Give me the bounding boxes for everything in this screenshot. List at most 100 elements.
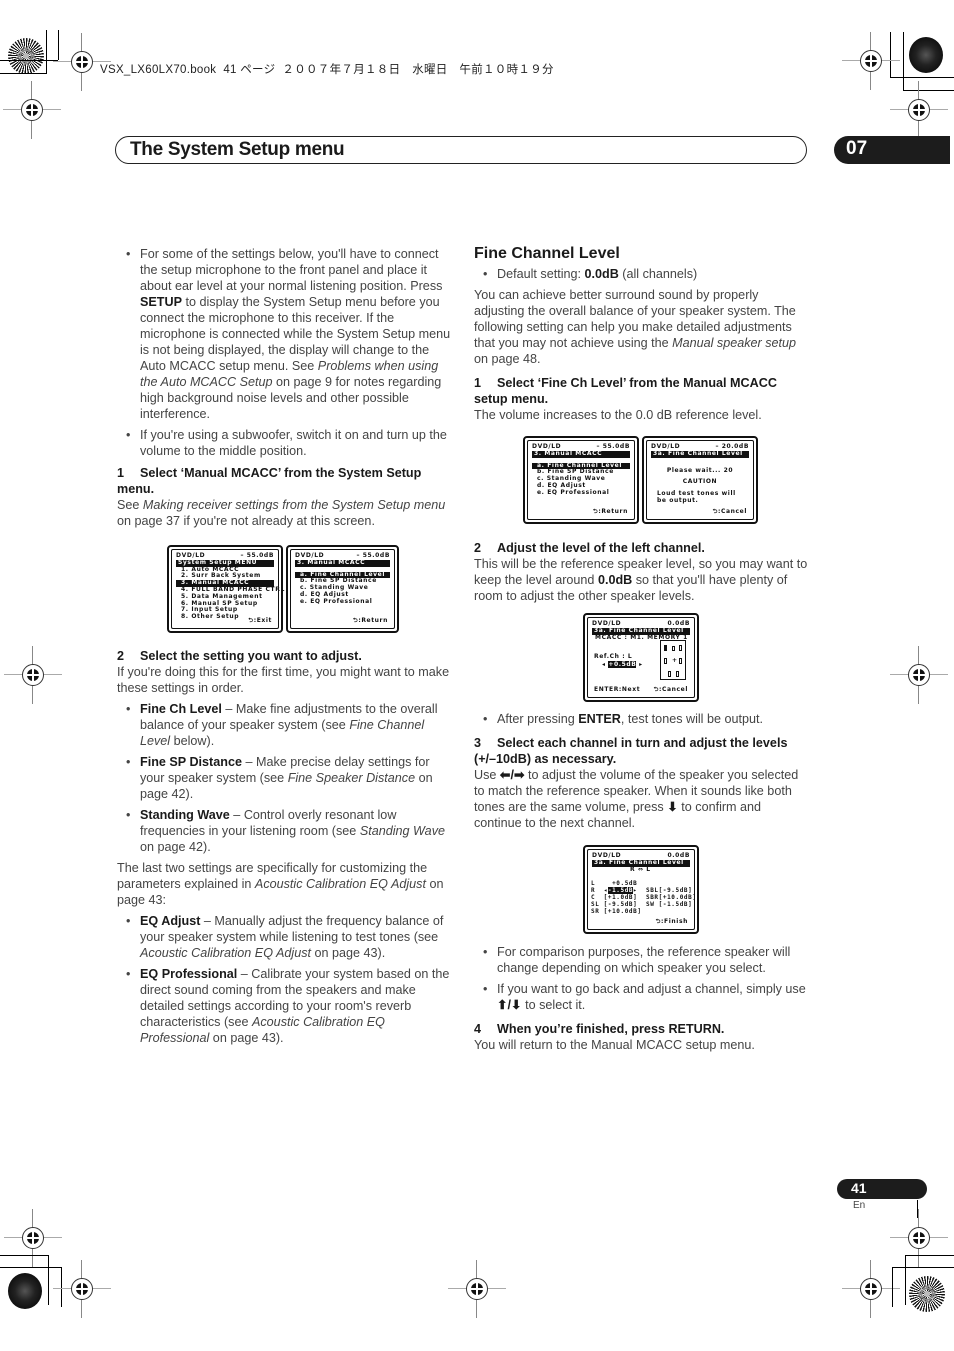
speaker-layout-diagram: + — [660, 640, 686, 680]
step-body: The volume increases to the 0.0 dB refer… — [474, 408, 762, 422]
page-number-tab: 41 — [837, 1179, 927, 1199]
registration-target-icon — [842, 1260, 900, 1318]
up-down-arrow-icon: ⬆/⬇ — [497, 998, 522, 1012]
crop-mark — [46, 30, 47, 74]
registration-target-icon — [890, 81, 948, 139]
step-heading: 4 When you’re finished, press RETURN. — [474, 1022, 725, 1036]
chapter-tab: 07 — [834, 136, 950, 164]
speaker-icon-front-right — [679, 645, 682, 651]
osd-channel-name: SL — [591, 901, 604, 908]
crop-mark — [917, 1200, 918, 1218]
osd-channel-name: SW — [646, 901, 659, 908]
osd-menu-item: e. EQ Professional — [300, 597, 373, 605]
speaker-icon-surround-back-right — [676, 671, 679, 677]
list-item: Default setting: 0.0dB (all channels) — [474, 266, 809, 282]
osd-channel-row: L +0.5dB — [591, 880, 642, 887]
osd-channel-row: C [+1.0dB] — [591, 894, 642, 901]
registration-target-icon — [53, 1260, 111, 1318]
osd-channel-value: [-1.5dB] — [658, 901, 693, 908]
list-item: EQ Adjust – Manually adjust the frequenc… — [117, 913, 452, 961]
osd-screen-manual-mcacc: DVD/LD – 55.0dB 3. Manual MCACC a. Fine C… — [523, 436, 639, 524]
osd-title: 3. Manual MCACC — [295, 559, 390, 567]
cross-reference: Acoustic Calibration EQ Adjust — [140, 946, 312, 960]
step-body: This will be the reference speaker level… — [474, 557, 808, 603]
osd-channel-value: +0.5dB — [603, 880, 638, 887]
osd-menu-item: e. EQ Professional — [537, 488, 610, 496]
step-heading: 2 Select the setting you want to adjust. — [117, 649, 362, 663]
crop-mark — [890, 77, 954, 78]
step-body: If you're doing this for the first time,… — [117, 665, 450, 695]
registration-target-icon — [842, 32, 900, 90]
left-column: For some of the settings below, you'll h… — [117, 246, 452, 534]
registration-target-icon — [53, 33, 111, 91]
step-heading: 1 Select ‘Fine Ch Level’ from the Manual … — [474, 376, 777, 406]
list-item: After pressing ENTER, test tones will be… — [474, 711, 809, 727]
registration-target-icon — [890, 646, 948, 704]
osd-channel-value: -1.5dB — [607, 887, 634, 894]
registration-disc-icon — [909, 37, 943, 73]
registration-target-icon — [4, 1209, 62, 1267]
osd-channel-value: [+1.0dB] — [603, 894, 638, 901]
list-item: If you're using a subwoofer, switch it o… — [117, 427, 452, 459]
osd-channel-name: SBR — [646, 894, 659, 901]
speaker-icon-surround-right — [679, 658, 682, 664]
crop-mark — [58, 30, 59, 60]
osd-ref-level: ◂ +0.5dB ▸ — [602, 661, 643, 668]
right-column-step3: After pressing ENTER, test tones will be… — [474, 711, 809, 836]
osd-screen-reference-channel: DVD/LD 0.0dB 3a. Fine Channel Level MCACC… — [583, 613, 699, 702]
osd-channel-value: [+10.0dB] — [658, 894, 697, 901]
list-item: For some of the settings below, you'll h… — [117, 246, 452, 422]
osd-channel-name: R — [591, 887, 604, 894]
crop-mark — [890, 32, 891, 77]
registration-starburst-icon — [8, 38, 44, 74]
osd-footer: ⮌:Return — [592, 508, 628, 516]
registration-target-icon — [4, 646, 62, 704]
crop-mark — [905, 1255, 906, 1305]
speaker-icon-surround-back-left — [668, 671, 671, 677]
osd-screen-system-setup: DVD/LD – 55.0dB System Setup MENU 1. Auto… — [167, 545, 284, 633]
osd-channel-row: SBL[-9.5dB] — [646, 887, 697, 894]
step-heading: 2 Adjust the level of the left channel. — [474, 541, 705, 555]
paragraph: You can achieve better surround sound by… — [474, 288, 797, 366]
step-heading: 1 Select ‘Manual MCACC’ from the System S… — [117, 466, 422, 496]
list-item: Standing Wave – Control overly resonant … — [117, 807, 452, 855]
crop-mark — [0, 1267, 61, 1268]
print-book-info: VSX_LX60LX70.book 41 ページ ２００７年７月１８日 水曜日 … — [100, 64, 554, 76]
registration-starburst-icon — [909, 1276, 945, 1312]
osd-caution: CAUTION — [682, 478, 718, 486]
osd-channel-name: SR — [591, 908, 604, 915]
crop-mark — [61, 1267, 62, 1307]
osd-compare: R ⇔ L — [630, 865, 651, 873]
osd-channel-row: SL [-9.5dB] — [591, 901, 642, 908]
registration-target-icon — [3, 81, 61, 139]
osd-channel-value: [-9.5dB] — [603, 901, 638, 908]
list-item: Fine SP Distance – Make precise delay se… — [117, 754, 452, 802]
osd-title: 3. Manual MCACC — [532, 450, 630, 458]
step-body: Use ⬅/➡ to adjust the volume of the spea… — [474, 768, 799, 830]
cross-reference: Making receiver settings from the System… — [142, 498, 446, 512]
cross-reference: Acoustic Calibration EQ Adjust — [254, 877, 426, 891]
cross-reference: Manual speaker setup — [672, 336, 797, 350]
cross-reference: Fine Speaker Distance — [287, 771, 416, 785]
speaker-icon-surround-left — [664, 658, 667, 664]
crop-mark — [905, 1255, 954, 1256]
registration-target-icon — [890, 1209, 948, 1267]
crop-mark — [0, 1255, 48, 1256]
osd-channel-row: SW [-1.5dB] — [646, 901, 697, 908]
right-column-step2: 2 Adjust the level of the left channel. T… — [474, 536, 809, 609]
step-body: See Making receiver settings from the Sy… — [117, 498, 446, 528]
osd-warning: be output. — [657, 496, 699, 504]
osd-wait-text: Please wait... 20 — [666, 466, 734, 474]
crop-mark — [903, 90, 954, 91]
osd-footer: ⮌:Return — [352, 617, 388, 625]
osd-footer: ⮌:Exit — [248, 617, 272, 625]
crop-mark — [0, 60, 58, 61]
osd-channel-row: R ◂-1.5dB▸ — [591, 887, 638, 894]
page-title: The System Setup menu — [130, 139, 345, 160]
osd-screen-manual-mcacc: DVD/LD – 55.0dB 3. Manual MCACC a. Fine C… — [286, 545, 399, 633]
osd-ref-channel: Ref.Ch : L — [594, 653, 633, 660]
page-number: 41 — [851, 1180, 867, 1196]
list-item: For comparison purposes, the reference s… — [474, 944, 809, 976]
right-column: Fine Channel Level Default setting: 0.0d… — [474, 244, 809, 428]
osd-channel-name: SBL — [646, 887, 659, 894]
